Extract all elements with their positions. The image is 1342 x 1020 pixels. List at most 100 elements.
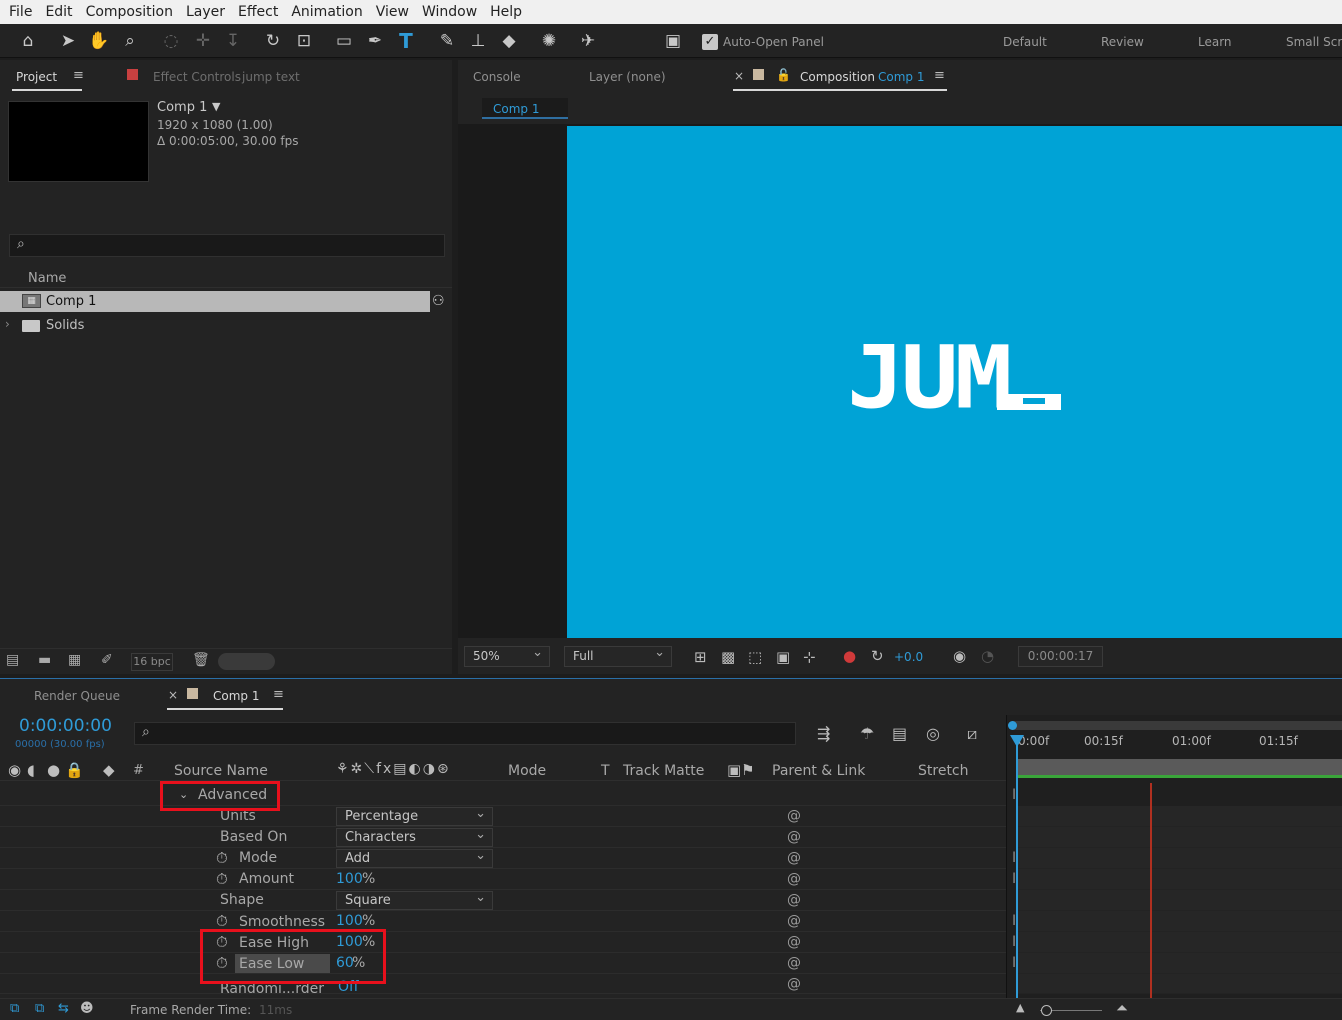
home-icon[interactable]: ⌂ xyxy=(17,30,39,52)
tab-console[interactable]: Console xyxy=(473,70,521,84)
project-search-input[interactable]: ⌕ xyxy=(9,234,445,257)
shy-icon[interactable]: ☻ xyxy=(80,1001,94,1016)
stopwatch-icon[interactable]: ⏱ xyxy=(216,912,228,930)
composition-canvas[interactable]: JUM xyxy=(567,126,1342,638)
pen-tool-icon[interactable]: ✒ xyxy=(364,30,386,52)
roto-brush-icon[interactable]: ✺ xyxy=(538,30,560,52)
panel-menu-icon[interactable]: ≡ xyxy=(273,687,284,702)
keyframe-track[interactable] xyxy=(1018,806,1342,827)
hand-tool-icon[interactable]: ✋ xyxy=(88,30,110,52)
dolly-tool-icon[interactable]: ↧ xyxy=(222,30,244,52)
keyframe-track[interactable] xyxy=(1018,911,1342,932)
menu-window[interactable]: Window xyxy=(413,4,477,20)
current-time-field[interactable]: 0:00:00:17 xyxy=(1018,646,1103,667)
work-area-start-handle[interactable] xyxy=(1008,721,1017,730)
column-source-name[interactable]: Source Name xyxy=(174,763,268,779)
workspace-review[interactable]: Review xyxy=(1101,35,1144,49)
expression-pickwhip-icon[interactable]: @ xyxy=(787,955,801,971)
bit-depth-button[interactable]: 16 bpc xyxy=(131,653,173,671)
expression-pickwhip-icon[interactable]: @ xyxy=(787,871,801,887)
expression-pickwhip-icon[interactable]: @ xyxy=(787,808,801,824)
zoom-tool-icon[interactable]: ⌕ xyxy=(119,30,141,52)
trash-icon[interactable]: 🗑 xyxy=(192,652,210,668)
graph-editor-icon[interactable]: ⧄ xyxy=(967,724,977,744)
column-parent-link[interactable]: Parent & Link xyxy=(772,763,865,779)
expression-pickwhip-icon[interactable]: @ xyxy=(787,892,801,908)
keyframe-track[interactable] xyxy=(1018,869,1342,890)
workspace-learn[interactable]: Learn xyxy=(1198,35,1232,49)
workspace-small-screen[interactable]: Small Scr xyxy=(1286,35,1342,49)
transparency-grid-icon[interactable]: ▩ xyxy=(721,648,735,666)
based-on-dropdown[interactable]: Characters xyxy=(336,826,493,847)
stopwatch-icon[interactable]: ⏱ xyxy=(216,870,228,888)
property-row-advanced[interactable]: ⌄ Advanced xyxy=(0,785,1006,806)
units-dropdown[interactable]: Percentage xyxy=(336,805,493,826)
show-snapshot-icon[interactable]: ◔ xyxy=(981,647,994,665)
lock-icon[interactable]: 🔒 xyxy=(65,761,84,779)
in-out-icon[interactable]: ⇆ xyxy=(58,1001,69,1016)
smoothness-value[interactable]: 100 xyxy=(336,913,363,929)
interpret-footage-icon[interactable]: ▤ xyxy=(6,652,19,668)
close-icon[interactable]: × xyxy=(168,688,178,702)
expression-pickwhip-icon[interactable]: @ xyxy=(787,850,801,866)
timeline-current-time[interactable]: 0:00:00:00 xyxy=(19,716,112,736)
column-name[interactable]: Name xyxy=(28,271,66,286)
switches-icons[interactable]: ⚘✲⟍fx▤◐◑⊛ xyxy=(336,761,451,777)
zoom-out-icon[interactable]: ▲ xyxy=(1016,1001,1024,1014)
layer-switches-icon[interactable]: ⧉ xyxy=(10,1001,19,1016)
auto-open-checkbox[interactable]: ✓ xyxy=(702,34,718,50)
audio-icon[interactable]: ◖ xyxy=(27,761,35,779)
zoom-dropdown[interactable]: 50% xyxy=(464,644,550,667)
adjust-icon[interactable]: ✐ xyxy=(101,652,113,668)
property-row-units[interactable]: Units Percentage @ xyxy=(0,805,1006,827)
expression-pickwhip-icon[interactable]: @ xyxy=(787,976,801,992)
chevron-right-icon[interactable]: › xyxy=(5,317,10,331)
tab-project[interactable]: Project xyxy=(16,70,57,84)
property-row-mode[interactable]: ⏱ Mode Add @ xyxy=(0,847,1006,869)
property-row-shape[interactable]: Shape Square @ xyxy=(0,889,1006,911)
menu-file[interactable]: File xyxy=(0,4,32,20)
zoom-slider-handle[interactable] xyxy=(1041,1005,1052,1016)
mask-visibility-icon[interactable]: ⬚ xyxy=(748,648,762,666)
amount-value[interactable]: 100 xyxy=(336,871,363,887)
flowchart-icon[interactable]: ⚇ xyxy=(432,293,445,309)
reset-exposure-icon[interactable]: ↻ xyxy=(871,647,884,665)
work-area-bar[interactable] xyxy=(1012,721,1342,730)
frame-blending-icon[interactable]: ▤ xyxy=(892,724,907,743)
tab-layer[interactable]: Layer (none) xyxy=(589,70,666,84)
panel-menu-icon[interactable]: ≡ xyxy=(73,68,84,83)
new-folder-icon[interactable]: ▬ xyxy=(38,652,51,668)
composition-flowchart-icon[interactable]: ⇶ xyxy=(817,724,830,743)
shape-dropdown[interactable]: Square xyxy=(336,889,493,910)
eraser-tool-icon[interactable]: ◆ xyxy=(498,30,520,52)
color-channel-icon[interactable]: ● xyxy=(843,647,856,665)
property-row-ease-high[interactable]: ⏱ Ease High 100 % @ xyxy=(0,932,1006,953)
rotate-tool-icon[interactable]: ↻ xyxy=(262,30,284,52)
preview-text-layer[interactable]: JUM xyxy=(847,335,1012,421)
expression-pickwhip-icon[interactable]: @ xyxy=(787,829,801,845)
fast-preview-icon[interactable]: ⊞ xyxy=(694,648,707,666)
menu-edit[interactable]: Edit xyxy=(36,4,72,20)
keyframe-track[interactable] xyxy=(1018,953,1342,974)
keyframe-track[interactable] xyxy=(1018,974,1342,994)
motion-blur-icon[interactable]: ◎ xyxy=(926,724,940,743)
rectangle-tool-icon[interactable]: ▭ xyxy=(333,30,355,52)
tab-composition[interactable]: Composition xyxy=(800,70,875,84)
tab-effect-controls[interactable]: Effect Controls xyxy=(153,70,241,84)
timeline-search-input[interactable]: ⌕ xyxy=(134,722,796,745)
thumbnail-slider[interactable] xyxy=(218,653,275,670)
type-tool-icon[interactable]: T xyxy=(395,30,417,52)
tab-render-queue[interactable]: Render Queue xyxy=(34,689,120,703)
exposure-value[interactable]: +0.0 xyxy=(894,650,923,664)
resolution-dropdown[interactable]: Full xyxy=(564,644,672,667)
selection-tool-icon[interactable]: ➤ xyxy=(57,30,79,52)
keyframe-track[interactable] xyxy=(1018,932,1342,953)
clone-stamp-icon[interactable]: ⊥ xyxy=(467,30,489,52)
panel-menu-icon[interactable]: ≡ xyxy=(934,68,945,83)
workspace-default[interactable]: Default xyxy=(1003,35,1047,49)
playhead-line[interactable] xyxy=(1016,745,1018,998)
label-tag-icon[interactable]: ◆ xyxy=(103,761,115,779)
menu-help[interactable]: Help xyxy=(481,4,522,20)
menu-view[interactable]: View xyxy=(367,4,409,20)
property-row-amount[interactable]: ⏱ Amount 100 % @ xyxy=(0,869,1006,890)
